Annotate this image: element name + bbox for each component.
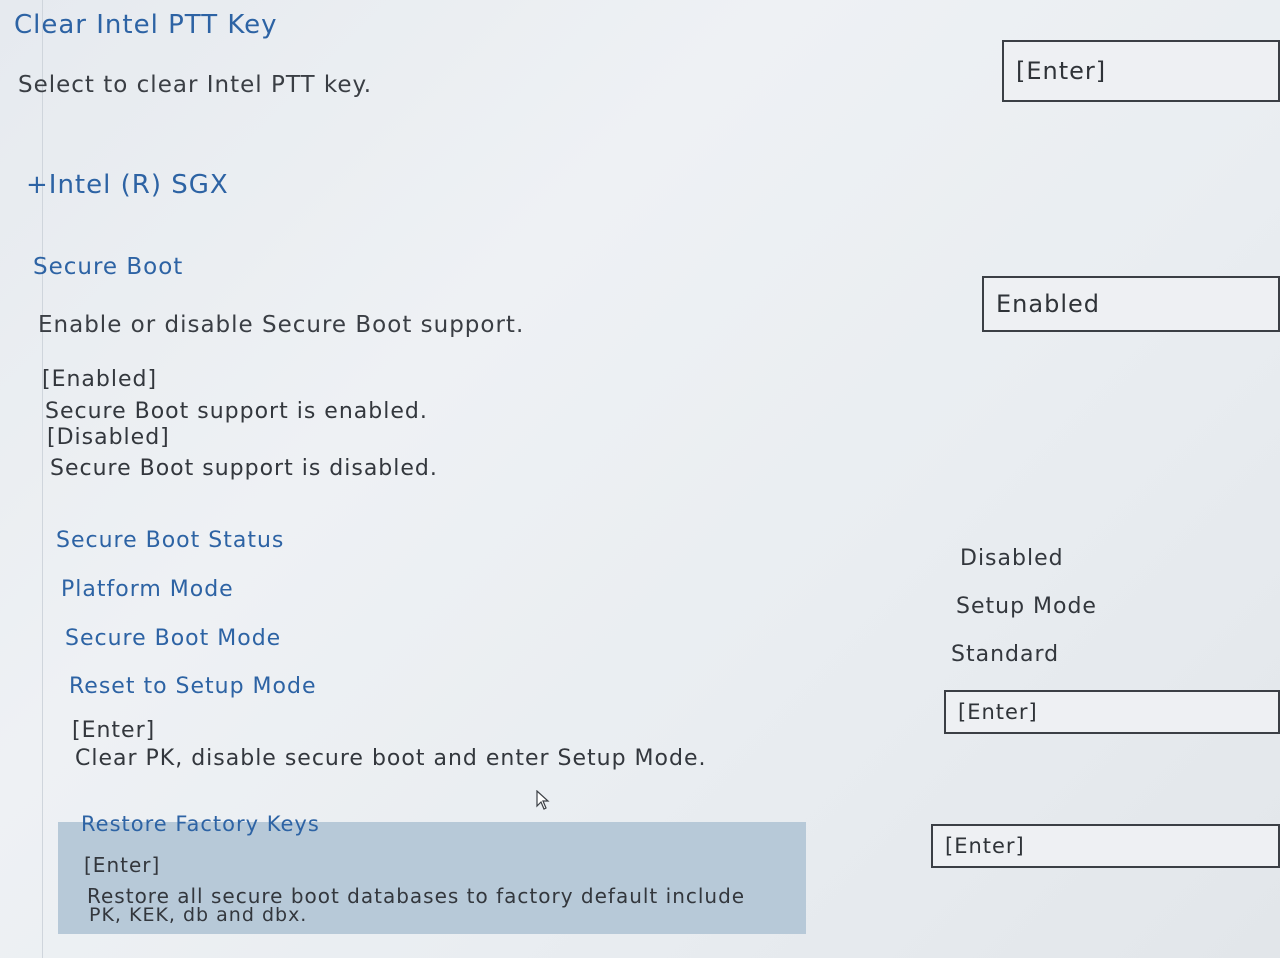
- secure-boot-status-value: Disabled: [960, 546, 1064, 571]
- restore-factory-keys-label[interactable]: Restore Factory Keys: [81, 812, 320, 836]
- secure-boot-select[interactable]: Enabled: [982, 276, 1280, 332]
- secure-boot-description: Enable or disable Secure Boot support.: [38, 312, 525, 338]
- platform-mode-value: Setup Mode: [956, 594, 1097, 619]
- secure-boot-status-label: Secure Boot Status: [56, 528, 285, 553]
- help-enabled-desc: Secure Boot support is enabled.: [45, 399, 428, 424]
- secure-boot-title: Secure Boot: [33, 254, 184, 280]
- reset-setup-value: [Enter]: [958, 700, 1038, 724]
- sgx-expander[interactable]: +Intel (R) SGX: [26, 170, 229, 200]
- platform-mode-label: Platform Mode: [61, 577, 234, 602]
- mouse-pointer-icon: [536, 790, 550, 810]
- reset-setup-help-desc: Clear PK, disable secure boot and enter …: [75, 746, 707, 771]
- ptt-value-field[interactable]: [Enter]: [1002, 40, 1280, 102]
- restore-keys-value: [Enter]: [945, 834, 1025, 858]
- secure-boot-mode-value: Standard: [951, 642, 1060, 667]
- help-disabled-desc: Secure Boot support is disabled.: [50, 456, 438, 481]
- restore-keys-help-desc-2: PK, KEK, db and dbx.: [89, 904, 308, 926]
- help-enabled-label: [Enabled]: [42, 367, 158, 392]
- reset-setup-help-key: [Enter]: [72, 718, 156, 743]
- secure-boot-mode-label: Secure Boot Mode: [65, 626, 282, 651]
- restore-keys-help-key: [Enter]: [84, 853, 161, 877]
- restore-factory-keys-button[interactable]: [Enter]: [931, 824, 1280, 868]
- ptt-title: Clear Intel PTT Key: [14, 10, 278, 40]
- left-divider: [42, 0, 43, 958]
- ptt-description: Select to clear Intel PTT key.: [18, 72, 373, 98]
- ptt-value: [Enter]: [1016, 57, 1107, 85]
- reset-setup-mode-button[interactable]: [Enter]: [944, 690, 1280, 734]
- reset-setup-mode-label[interactable]: Reset to Setup Mode: [69, 674, 317, 699]
- help-disabled-label: [Disabled]: [47, 425, 170, 450]
- secure-boot-value: Enabled: [996, 290, 1100, 318]
